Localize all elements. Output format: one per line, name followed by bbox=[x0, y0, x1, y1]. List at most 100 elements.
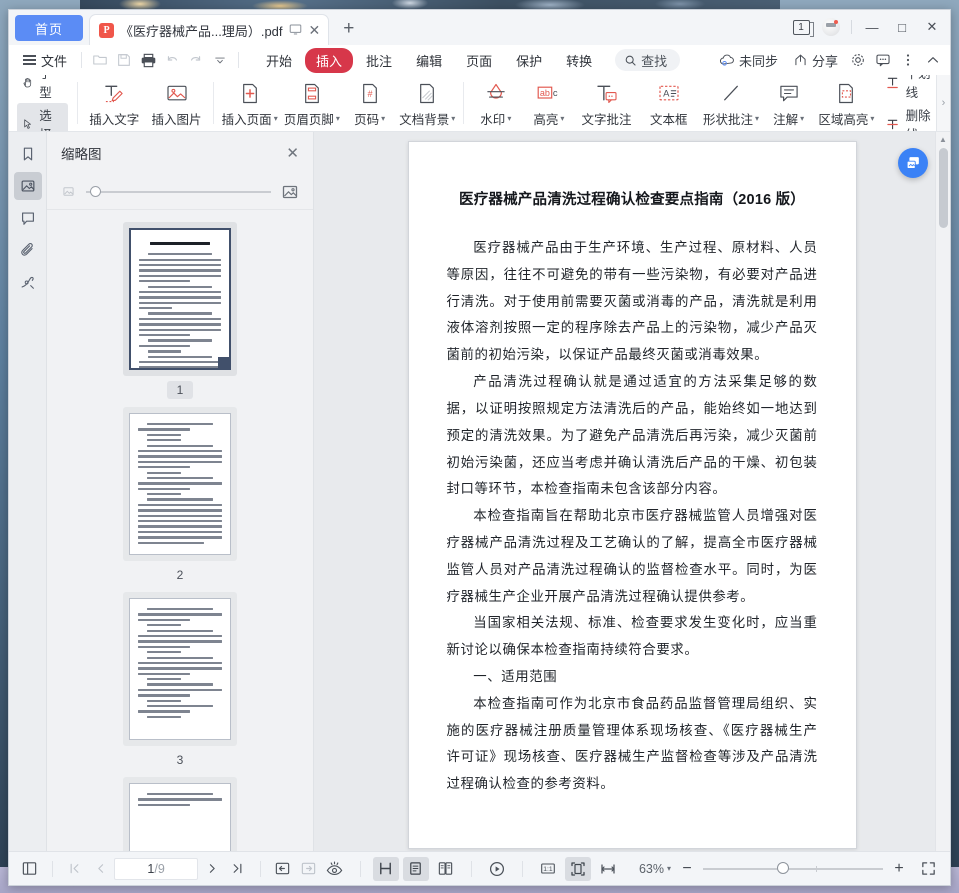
more-options-icon[interactable] bbox=[897, 49, 919, 71]
thumbnail-page-1[interactable] bbox=[129, 228, 231, 370]
ribbon-tab-annotate[interactable]: 批注 bbox=[355, 48, 403, 73]
header-footer-button[interactable]: 页眉页脚 ▾ bbox=[281, 75, 343, 131]
ribbon-scroll-right-icon[interactable]: › bbox=[936, 75, 950, 131]
thumbnail-frame[interactable] bbox=[123, 407, 237, 561]
insert-text-button[interactable]: 插入文字 bbox=[83, 75, 145, 131]
next-page-button[interactable] bbox=[200, 857, 224, 881]
settings-gear-icon[interactable] bbox=[847, 49, 869, 71]
fit-page-button[interactable] bbox=[564, 856, 591, 881]
hand-tool-button[interactable]: 手型 bbox=[17, 75, 68, 103]
list-item[interactable]: 4 bbox=[47, 777, 313, 851]
list-item[interactable]: 3 bbox=[47, 592, 313, 769]
redo-icon[interactable] bbox=[184, 49, 208, 71]
feedback-icon[interactable] bbox=[872, 49, 894, 71]
scroll-up-icon[interactable]: ▲ bbox=[936, 132, 950, 146]
highlight-button[interactable]: ab c 高亮 ▾ bbox=[522, 75, 575, 131]
text-comment-button[interactable]: 文字批注 bbox=[575, 75, 637, 131]
thumbnail-frame[interactable] bbox=[123, 592, 237, 746]
hand-icon bbox=[23, 77, 32, 87]
thumbnail-panel-header: 缩略图 ✕ bbox=[47, 132, 313, 174]
tab-count-button[interactable]: 1 bbox=[787, 14, 815, 40]
go-back-button[interactable] bbox=[271, 857, 295, 881]
collapse-ribbon-icon[interactable] bbox=[922, 49, 944, 71]
undo-icon[interactable] bbox=[160, 49, 184, 71]
zoom-out-button[interactable]: − bbox=[680, 860, 694, 877]
zoom-slider[interactable] bbox=[703, 862, 883, 874]
ribbon-tab-protect[interactable]: 保护 bbox=[505, 48, 553, 73]
home-tab[interactable]: 首页 bbox=[15, 15, 83, 41]
continuous-scroll-button[interactable] bbox=[372, 856, 399, 881]
insert-image-button[interactable]: 插入图片 bbox=[145, 75, 207, 131]
screenshot-fab-button[interactable] bbox=[898, 148, 928, 178]
first-page-button[interactable] bbox=[63, 857, 87, 881]
close-thumbnail-panel-icon[interactable]: ✕ bbox=[286, 144, 299, 162]
customize-quick-access-icon[interactable] bbox=[208, 49, 232, 71]
toggle-sidepanel-button[interactable] bbox=[18, 857, 42, 881]
document-page[interactable]: 医疗器械产品清洗过程确认检查要点指南（2016 版） 医疗器械产品由于生产环境、… bbox=[407, 141, 857, 849]
thumbnail-frame[interactable] bbox=[123, 222, 237, 376]
list-item[interactable]: 2 bbox=[47, 407, 313, 584]
thumbnail-size-slider[interactable] bbox=[47, 174, 313, 210]
actual-size-button[interactable]: 1:1 bbox=[535, 857, 561, 881]
note-button[interactable]: 注解 ▾ bbox=[762, 75, 815, 131]
go-forward-button[interactable] bbox=[296, 857, 320, 881]
document-tab[interactable]: P 《医疗器械产品...理局）.pdf ✕ bbox=[89, 14, 330, 45]
page-number-input[interactable]: 1 /9 bbox=[114, 857, 199, 880]
thumbnail-list[interactable]: 1 2 3 bbox=[47, 210, 313, 851]
slider-knob[interactable] bbox=[89, 185, 101, 197]
fit-width-button[interactable] bbox=[595, 857, 621, 881]
thumbnail-page-4[interactable] bbox=[129, 783, 231, 851]
area-highlight-button[interactable]: 区域高亮 ▾ bbox=[815, 75, 877, 131]
share-button[interactable]: 分享 bbox=[787, 49, 844, 72]
eye-protection-button[interactable] bbox=[322, 857, 348, 881]
user-avatar-button[interactable] bbox=[817, 14, 845, 40]
facing-pages-button[interactable] bbox=[433, 857, 459, 881]
open-folder-icon[interactable] bbox=[88, 49, 112, 71]
zoom-in-button[interactable]: + bbox=[892, 860, 906, 877]
ribbon-tab-start[interactable]: 开始 bbox=[255, 48, 303, 73]
single-page-button[interactable] bbox=[402, 856, 429, 881]
text-box-button[interactable]: A 文本框 bbox=[638, 75, 700, 131]
new-tab-button[interactable]: + bbox=[343, 18, 354, 40]
save-icon[interactable] bbox=[112, 49, 136, 71]
sidebar-item-attachment[interactable] bbox=[14, 236, 42, 264]
sidebar-item-comment[interactable] bbox=[14, 204, 42, 232]
sidebar-item-thumbnail[interactable] bbox=[13, 172, 42, 200]
minimize-button[interactable]: — bbox=[858, 14, 886, 40]
page-number-button[interactable]: # 页码 ▾ bbox=[343, 75, 396, 131]
insert-page-button[interactable]: 插入页面 ▾ bbox=[219, 75, 281, 131]
status-bar: 1 /9 1:1 63% ▾ − + bbox=[9, 851, 950, 885]
document-viewer[interactable]: 医疗器械产品清洗过程确认检查要点指南（2016 版） 医疗器械产品由于生产环境、… bbox=[314, 132, 950, 851]
file-menu-button[interactable]: 文件 bbox=[15, 51, 75, 70]
print-icon[interactable] bbox=[136, 49, 160, 71]
close-tab-icon[interactable]: ✕ bbox=[309, 23, 321, 37]
slider-track[interactable] bbox=[86, 185, 271, 197]
ribbon-tab-edit[interactable]: 编辑 bbox=[405, 48, 453, 73]
sidebar-item-signature[interactable] bbox=[14, 268, 42, 296]
presentation-button[interactable] bbox=[484, 857, 510, 881]
thumbnail-page-2[interactable] bbox=[129, 413, 231, 555]
thumbnail-page-3[interactable] bbox=[129, 598, 231, 740]
prev-page-button[interactable] bbox=[88, 857, 112, 881]
close-window-button[interactable]: ✕ bbox=[918, 14, 946, 40]
document-scrollbar[interactable]: ▲ bbox=[935, 132, 950, 851]
shape-comment-button[interactable]: 形状批注 ▾ bbox=[700, 75, 762, 131]
ribbon-tab-page[interactable]: 页面 bbox=[455, 48, 503, 73]
find-button[interactable]: 查找 bbox=[615, 49, 681, 71]
cast-screen-icon[interactable] bbox=[289, 23, 302, 38]
select-tool-button[interactable]: 选择 bbox=[17, 103, 69, 131]
scrollbar-thumb[interactable] bbox=[939, 148, 948, 228]
zoom-slider-knob[interactable] bbox=[776, 862, 789, 874]
thumbnail-frame[interactable] bbox=[123, 777, 237, 851]
sync-status-button[interactable]: 未同步 bbox=[713, 49, 784, 72]
document-background-button[interactable]: 文档背景 ▾ bbox=[396, 75, 458, 131]
sidebar-item-bookmark[interactable] bbox=[14, 140, 42, 168]
maximize-button[interactable]: □ bbox=[888, 14, 916, 40]
fullscreen-button[interactable] bbox=[915, 857, 941, 881]
ribbon-tab-convert[interactable]: 转换 bbox=[555, 48, 603, 73]
watermark-button[interactable]: 水印 ▾ bbox=[469, 75, 522, 131]
zoom-level-dropdown[interactable]: 63% ▾ bbox=[639, 862, 671, 876]
last-page-button[interactable] bbox=[226, 857, 250, 881]
ribbon-tab-insert[interactable]: 插入 bbox=[305, 47, 354, 73]
list-item[interactable]: 1 bbox=[47, 222, 313, 399]
